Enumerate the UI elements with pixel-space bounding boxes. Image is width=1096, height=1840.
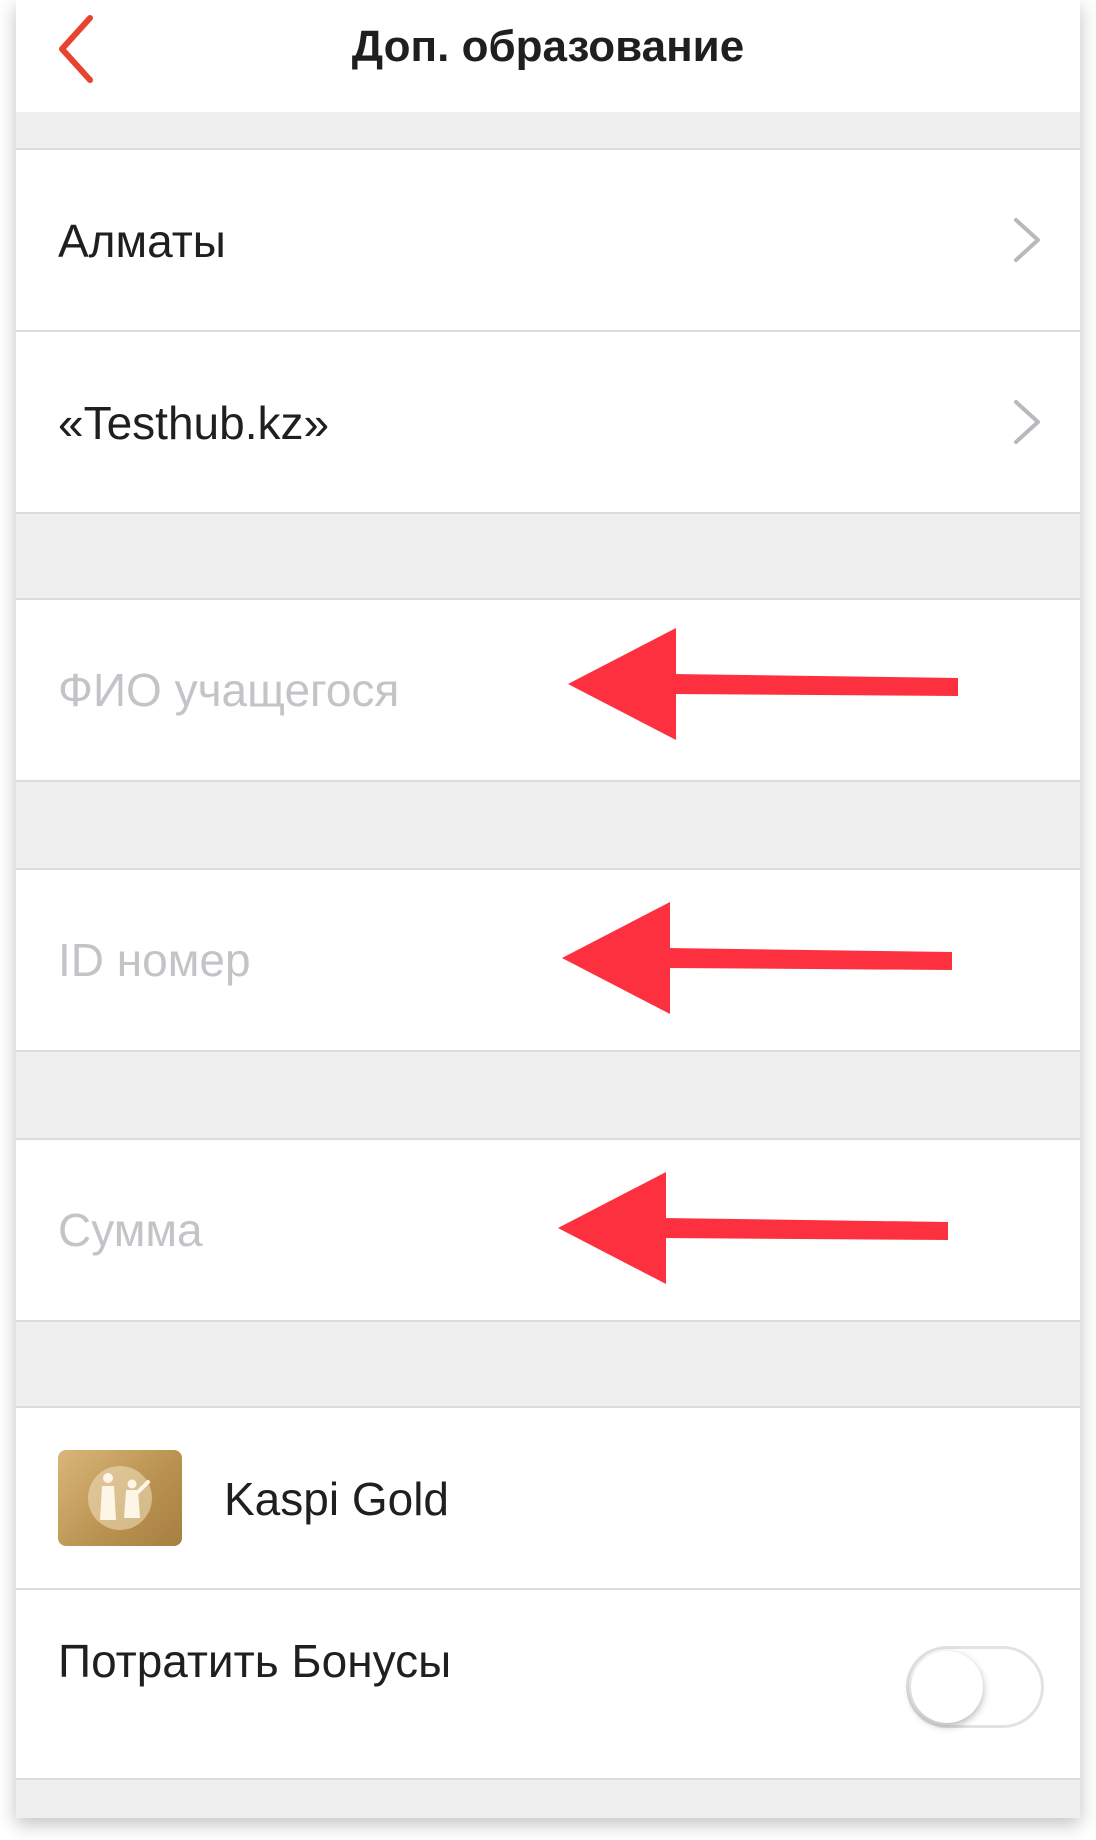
amount-row	[16, 1138, 1080, 1322]
id-number-row	[16, 868, 1080, 1052]
header-bar: Доп. образование	[16, 0, 1080, 112]
city-label: Алматы	[58, 215, 226, 267]
family-icon	[88, 1466, 152, 1530]
app-screen: Доп. образование Алматы «Testhub.kz» ФИО…	[16, 0, 1080, 1818]
provider-selector[interactable]: «Testhub.kz»	[16, 330, 1080, 514]
payment-method-row[interactable]: Kaspi Gold	[16, 1406, 1080, 1590]
chevron-right-icon	[1014, 218, 1040, 262]
kaspi-gold-card-icon	[58, 1450, 182, 1546]
id-number-input[interactable]	[58, 870, 958, 1050]
city-selector[interactable]: Алматы	[16, 148, 1080, 332]
student-name-row	[16, 598, 1080, 782]
toggle-knob	[911, 1651, 983, 1723]
payment-method-label: Kaspi Gold	[224, 1473, 450, 1525]
page-title: Доп. образование	[351, 22, 745, 71]
bonuses-label: Потратить Бонусы	[58, 1635, 452, 1687]
bonuses-toggle[interactable]	[906, 1646, 1044, 1728]
bonuses-row: Потратить Бонусы	[16, 1588, 1080, 1780]
chevron-right-icon	[1014, 400, 1040, 444]
student-name-input[interactable]	[58, 600, 958, 780]
amount-input[interactable]	[58, 1140, 958, 1320]
provider-label: «Testhub.kz»	[58, 397, 330, 449]
